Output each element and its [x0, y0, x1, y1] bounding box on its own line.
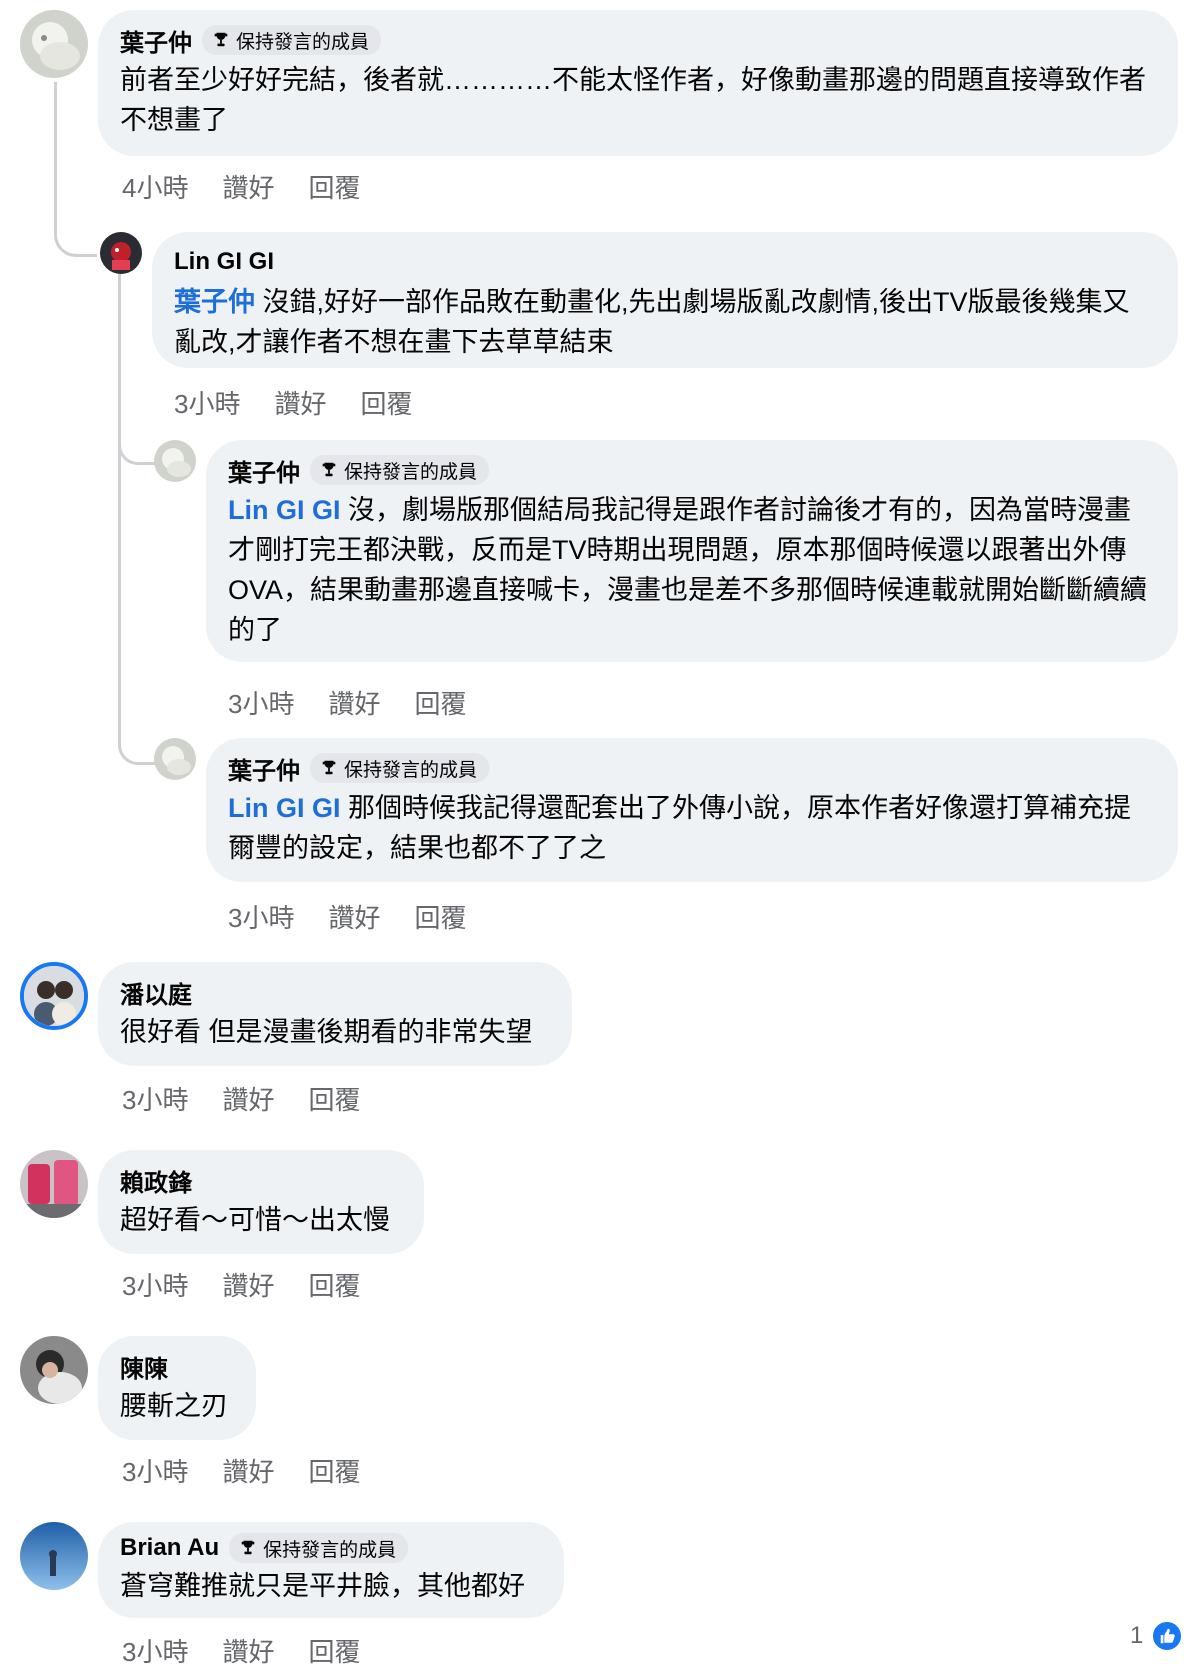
trophy-icon [241, 1540, 255, 1555]
comment-actions: 3小時 讚好 回覆 [228, 684, 467, 721]
mention-link[interactable]: Lin GI GI [228, 495, 341, 525]
like-button[interactable]: 讚好 [222, 1080, 274, 1117]
like-button[interactable]: 讚好 [222, 168, 274, 205]
avatar[interactable] [20, 1336, 88, 1404]
comment-text: Lin GI GI 那個時候我記得還配套出了外傳小說，原本作者好像還打算補充提爾… [228, 788, 1156, 868]
member-badge: 保持發言的成員 [310, 455, 490, 485]
comment-bubble: Lin GI GI 葉子仲 沒錯,好好一部作品敗在動畫化,先出劇場版亂改劇情,後… [152, 232, 1178, 368]
avatar[interactable] [20, 1150, 88, 1218]
comment-body: 那個時候我記得還配套出了外傳小說，原本作者好像還打算補充提爾豐的設定，結果也都不… [228, 793, 1132, 863]
reply-button[interactable]: 回覆 [414, 684, 466, 721]
reply-button[interactable]: 回覆 [360, 384, 412, 421]
trophy-icon [214, 32, 228, 47]
reply-button[interactable]: 回覆 [308, 1452, 360, 1489]
like-button[interactable]: 讚好 [328, 898, 380, 935]
comment-text: 超好看～可惜～出太慢 [120, 1205, 390, 1235]
timestamp[interactable]: 3小時 [174, 384, 240, 421]
badge-label: 保持發言的成員 [344, 461, 478, 483]
badge-label: 保持發言的成員 [263, 1539, 397, 1561]
member-badge: 保持發言的成員 [202, 25, 382, 55]
like-button[interactable]: 讚好 [222, 1266, 274, 1303]
avatar[interactable] [154, 440, 196, 482]
reply-button[interactable]: 回覆 [308, 1632, 360, 1669]
avatar[interactable] [20, 10, 88, 78]
timestamp[interactable]: 3小時 [122, 1452, 188, 1489]
comment-bubble: 潘以庭 很好看 但是漫畫後期看的非常失望 [98, 962, 572, 1066]
avatar[interactable] [20, 962, 88, 1030]
comment-text: 很好看 但是漫畫後期看的非常失望 [120, 1017, 533, 1047]
like-thumb-icon [1151, 1620, 1184, 1652]
timestamp[interactable]: 3小時 [122, 1080, 188, 1117]
comment-bubble: 葉子仲 保持發言的成員 Lin GI GI 沒，劇場版那個結局我記得是跟作者討論… [206, 440, 1178, 662]
reply-button[interactable]: 回覆 [308, 168, 360, 205]
reaction-number: 1 [1130, 1622, 1144, 1649]
reply-button[interactable]: 回覆 [308, 1266, 360, 1303]
comment-bubble: Brian Au 保持發言的成員 蒼穹難推就只是平井臉，其他都好 [98, 1522, 564, 1618]
avatar[interactable] [20, 1522, 88, 1590]
comment-text: 蒼穹難推就只是平井臉，其他都好 [120, 1571, 525, 1601]
comment-body: 沒錯,好好一部作品敗在動畫化,先出劇場版亂改劇情,後出TV版最後幾集又亂改,才讓… [174, 287, 1130, 357]
reply-button[interactable]: 回覆 [414, 898, 466, 935]
timestamp[interactable]: 4小時 [122, 168, 188, 205]
avatar[interactable] [154, 738, 196, 780]
reply-button[interactable]: 回覆 [308, 1080, 360, 1117]
timestamp[interactable]: 3小時 [228, 898, 294, 935]
badge-label: 保持發言的成員 [236, 31, 370, 53]
thread-line [54, 82, 97, 257]
trophy-icon [322, 760, 336, 775]
author-name[interactable]: 葉子仲 [228, 453, 300, 488]
like-button[interactable]: 讚好 [222, 1632, 274, 1669]
timestamp[interactable]: 3小時 [122, 1266, 188, 1303]
comment-text: 前者至少好好完結，後者就…………不能太怪作者，好像動畫那邊的問題直接導致作者不想… [120, 65, 1146, 135]
reaction-count[interactable]: 1 [1130, 1620, 1184, 1652]
comment-text: Lin GI GI 沒，劇場版那個結局我記得是跟作者討論後才有的，因為當時漫畫才… [228, 490, 1156, 650]
author-name[interactable]: 葉子仲 [228, 751, 300, 786]
comment-text: 腰斬之刃 [120, 1391, 228, 1421]
comment-actions: 3小時 讚好 回覆 [122, 1452, 361, 1489]
badge-label: 保持發言的成員 [344, 759, 478, 781]
comment-actions: 3小時 讚好 回覆 [122, 1632, 361, 1669]
comment-actions: 4小時 讚好 回覆 [122, 168, 361, 205]
thread-line [118, 272, 155, 465]
comment-bubble: 陳陳 腰斬之刃 [98, 1336, 256, 1440]
comment-actions: 3小時 讚好 回覆 [174, 384, 413, 421]
author-name[interactable]: 潘以庭 [120, 975, 192, 1010]
comment-bubble: 葉子仲 保持發言的成員 Lin GI GI 那個時候我記得還配套出了外傳小說，原… [206, 738, 1178, 882]
like-button[interactable]: 讚好 [328, 684, 380, 721]
comment-actions: 3小時 讚好 回覆 [122, 1080, 361, 1117]
member-badge: 保持發言的成員 [310, 753, 490, 783]
timestamp[interactable]: 3小時 [122, 1632, 188, 1669]
comment-actions: 3小時 讚好 回覆 [122, 1266, 361, 1303]
author-name[interactable]: Lin GI GI [174, 248, 274, 276]
trophy-icon [322, 462, 336, 477]
author-name[interactable]: 賴政鋒 [120, 1163, 192, 1198]
member-badge: 保持發言的成員 [229, 1533, 409, 1563]
mention-link[interactable]: 葉子仲 [174, 287, 255, 317]
author-name[interactable]: 陳陳 [120, 1349, 168, 1384]
timestamp[interactable]: 3小時 [228, 684, 294, 721]
like-button[interactable]: 讚好 [222, 1452, 274, 1489]
thread-line [118, 440, 155, 765]
comment-bubble: 賴政鋒 超好看～可惜～出太慢 [98, 1150, 424, 1254]
avatar[interactable] [100, 232, 142, 274]
comment-bubble: 葉子仲 保持發言的成員 前者至少好好完結，後者就…………不能太怪作者，好像動畫那… [98, 10, 1178, 156]
mention-link[interactable]: Lin GI GI [228, 793, 341, 823]
author-name[interactable]: 葉子仲 [120, 23, 192, 58]
comment-text: 葉子仲 沒錯,好好一部作品敗在動畫化,先出劇場版亂改劇情,後出TV版最後幾集又亂… [174, 282, 1156, 362]
comment-actions: 3小時 讚好 回覆 [228, 898, 467, 935]
author-name[interactable]: Brian Au [120, 1534, 219, 1562]
like-button[interactable]: 讚好 [274, 384, 326, 421]
comment-body: 沒，劇場版那個結局我記得是跟作者討論後才有的，因為當時漫畫才剛打完王都決戰，反而… [228, 495, 1148, 645]
